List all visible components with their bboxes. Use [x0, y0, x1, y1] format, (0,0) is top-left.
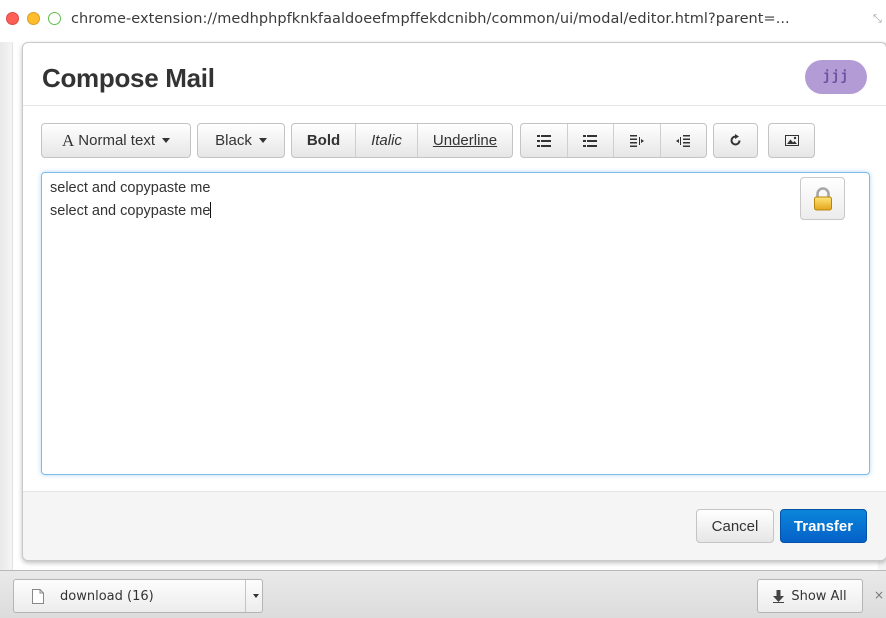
- outdent-icon: [629, 134, 644, 147]
- indent-icon: [676, 134, 691, 147]
- text-cursor: [210, 202, 212, 218]
- format-button-group: Bold Italic Underline: [291, 123, 513, 158]
- unordered-list-button[interactable]: [521, 124, 568, 157]
- underline-button[interactable]: Underline: [418, 124, 512, 157]
- image-icon: [784, 135, 799, 146]
- modal-title: Compose Mail: [42, 63, 215, 93]
- show-all-label: Show All: [791, 588, 847, 604]
- font-icon: A: [62, 130, 75, 150]
- chevron-down-icon: [161, 138, 170, 143]
- ordered-list-button[interactable]: [568, 124, 614, 157]
- font-style-dropdown[interactable]: A Normal text: [41, 123, 191, 158]
- insert-image-button[interactable]: [768, 123, 815, 158]
- user-badge[interactable]: jjj: [805, 60, 867, 94]
- editor-line-2[interactable]: select and copypaste me: [50, 202, 212, 219]
- indent-button[interactable]: [661, 124, 707, 157]
- close-window-button[interactable]: [6, 12, 19, 25]
- lock-icon: [813, 186, 832, 210]
- show-all-downloads-button[interactable]: Show All: [757, 579, 863, 613]
- resize-icon[interactable]: ⤡: [873, 13, 882, 26]
- transfer-button[interactable]: Transfer: [780, 509, 867, 543]
- window-titlebar: chrome-extension://medhphpfknkfaaldoeefm…: [0, 0, 886, 42]
- minimize-window-button[interactable]: [27, 12, 40, 25]
- encrypt-lock-button[interactable]: [800, 177, 845, 220]
- file-icon: [32, 589, 44, 604]
- italic-button[interactable]: Italic: [356, 124, 418, 157]
- download-arrow-icon: [773, 589, 785, 603]
- window-url: chrome-extension://medhphpfknkfaaldoeefm…: [71, 11, 790, 27]
- outdent-button[interactable]: [614, 124, 661, 157]
- cancel-button[interactable]: Cancel: [696, 509, 774, 543]
- text-color-label: Black: [215, 132, 252, 149]
- undo-button[interactable]: [713, 123, 758, 158]
- chevron-down-icon[interactable]: [253, 594, 259, 598]
- window-frame-left: [0, 42, 13, 570]
- download-item[interactable]: download (16): [13, 579, 263, 613]
- undo-icon: [730, 134, 741, 146]
- download-shelf: download (16) Show All ×: [0, 570, 886, 618]
- list-button-group: [520, 123, 707, 158]
- font-style-label: Normal text: [78, 132, 155, 149]
- unordered-list-icon: [536, 134, 551, 147]
- editor-line-1[interactable]: select and copypaste me: [50, 180, 210, 196]
- editor-line-2-text[interactable]: select and copypaste me: [50, 203, 210, 219]
- download-file-name: download (16): [60, 589, 154, 604]
- maximize-window-button[interactable]: [48, 12, 61, 25]
- download-divider: [245, 580, 246, 612]
- text-color-dropdown[interactable]: Black: [197, 123, 285, 158]
- bold-button[interactable]: Bold: [292, 124, 356, 157]
- ordered-list-icon: [583, 134, 598, 147]
- close-shelf-icon[interactable]: ×: [874, 588, 884, 602]
- header-divider: [23, 105, 886, 106]
- message-editor[interactable]: select and copypaste me select and copyp…: [41, 172, 870, 475]
- compose-modal: Compose Mail jjj A Normal text Black Bol…: [22, 42, 886, 561]
- chevron-down-icon: [258, 138, 267, 143]
